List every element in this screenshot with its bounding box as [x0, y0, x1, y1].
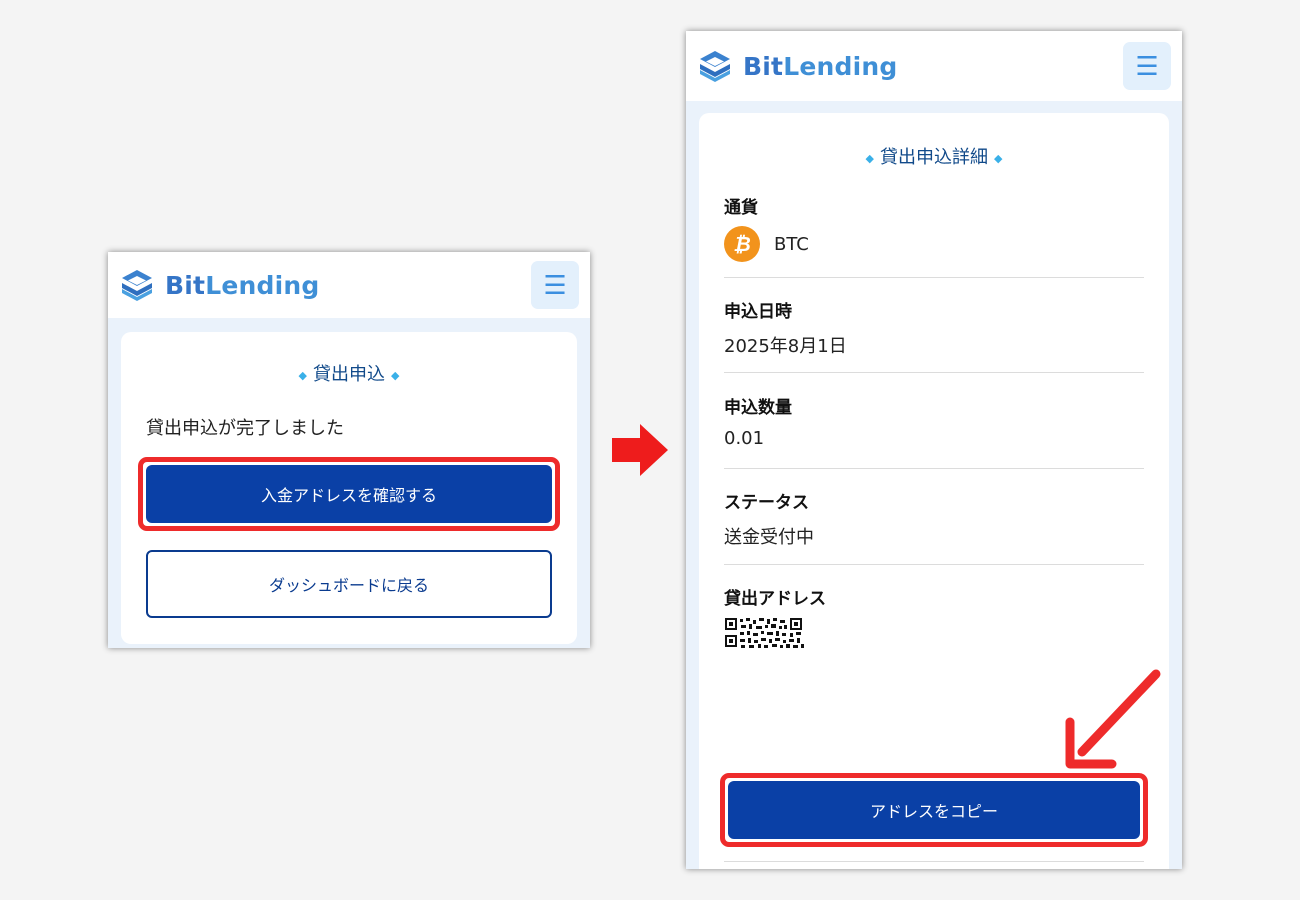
field-value: BTC — [774, 233, 809, 255]
divider — [724, 861, 1144, 862]
field-currency: 通貨 ₿ BTC — [724, 193, 1144, 262]
highlight-box — [138, 457, 560, 531]
hamburger-menu-icon: ☰ — [1135, 51, 1159, 81]
back-to-dashboard-button[interactable]: ダッシュボードに戻る — [146, 550, 552, 618]
loan-complete-card: ◆ 貸出申込 ◆ 貸出申込が完了しました 入金アドレスを確認する ダッシュボードに戻… — [121, 332, 577, 644]
completion-message: 貸出申込が完了しました — [146, 418, 344, 439]
field-label: 申込日時 — [724, 302, 792, 322]
menu-button[interactable]: ☰ — [531, 261, 579, 309]
bitlending-logo-icon — [122, 270, 152, 301]
divider — [724, 277, 1144, 278]
field-label: 貸出アドレス — [724, 589, 826, 609]
section-title: ◆ 貸出申込詳細 ◆ — [865, 147, 1003, 168]
screen-loan-complete: BitLending ☰ ◆ 貸出申込 ◆ 貸出申込が完了しました 入金アドレスを確… — [108, 252, 590, 648]
diamond-icon: ◆ — [391, 368, 400, 382]
bitcoin-icon: ₿ — [724, 226, 760, 262]
app-header: BitLending ☰ — [686, 31, 1182, 101]
field-value: 送金受付中 — [724, 527, 814, 548]
field-lending-address: 貸出アドレス — [724, 584, 1144, 649]
diamond-icon: ◆ — [298, 368, 307, 382]
divider — [724, 564, 1144, 565]
field-value: 2025年8月1日 — [724, 336, 847, 357]
divider — [724, 372, 1144, 373]
diamond-icon: ◆ — [994, 151, 1003, 165]
brand-logo[interactable]: BitLending — [119, 267, 319, 303]
field-application-amount: 申込数量 0.01 — [724, 393, 1144, 449]
brand-name: BitLending — [165, 270, 320, 300]
brand-name: BitLending — [743, 51, 898, 81]
app-header: BitLending ☰ — [108, 252, 590, 318]
bitlending-logo-icon — [700, 51, 730, 82]
next-step-arrow-icon — [612, 424, 668, 476]
pointer-arrow-icon — [1065, 669, 1161, 769]
brand-logo[interactable]: BitLending — [697, 48, 897, 84]
divider — [724, 468, 1144, 469]
qr-code-icon — [724, 617, 806, 649]
menu-button[interactable]: ☰ — [1123, 42, 1171, 90]
field-status: ステータス 送金受付中 — [724, 488, 1144, 549]
section-title: ◆ 貸出申込 ◆ — [298, 364, 400, 385]
field-label: ステータス — [724, 493, 809, 513]
diamond-icon: ◆ — [865, 151, 874, 165]
field-value: 0.01 — [724, 428, 765, 449]
field-application-date: 申込日時 2025年8月1日 — [724, 297, 1144, 358]
field-label: 通貨 — [724, 198, 758, 218]
highlight-box — [720, 773, 1148, 847]
field-label: 申込数量 — [724, 398, 792, 418]
hamburger-menu-icon: ☰ — [543, 270, 567, 300]
